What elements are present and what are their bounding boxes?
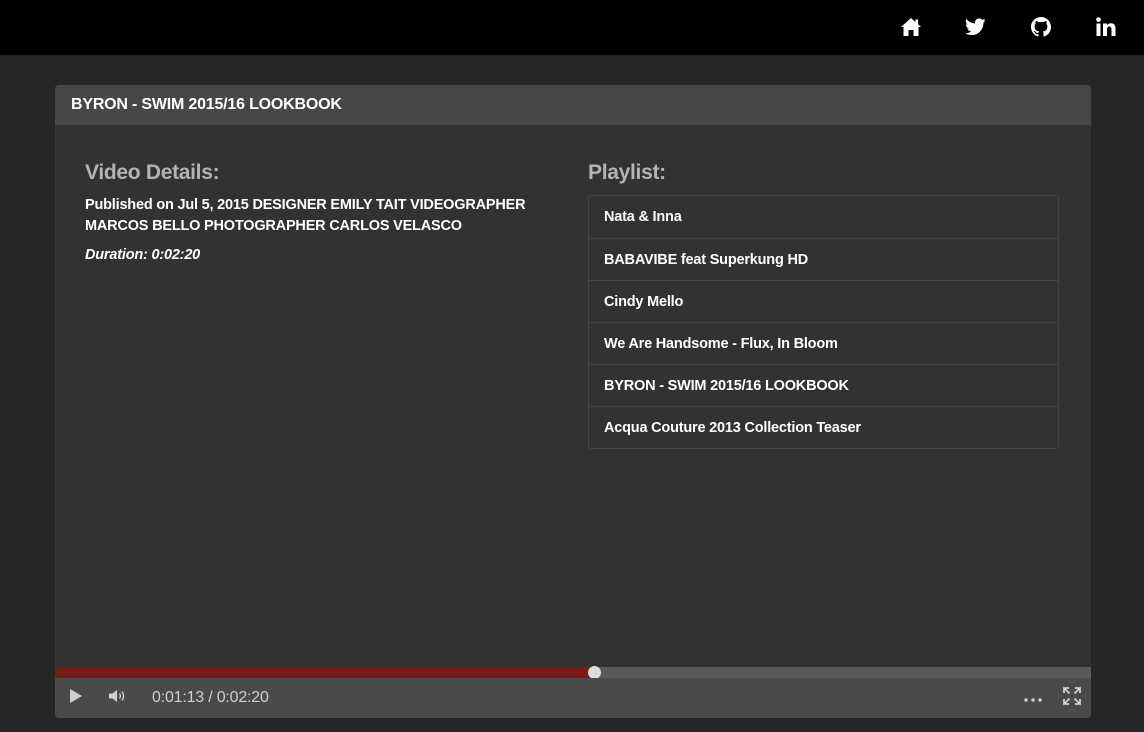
playlist: Nata & Inna BABAVIBE feat Superkung HD C…	[588, 195, 1059, 449]
social-links	[878, 13, 1138, 41]
home-icon	[900, 17, 922, 37]
video-details-section: Video Details: Published on Jul 5, 2015 …	[85, 161, 535, 263]
video-details-heading: Video Details:	[85, 161, 220, 184]
fullscreen-icon	[1063, 686, 1081, 710]
volume-button[interactable]	[105, 678, 131, 718]
video-panel: BYRON - SWIM 2015/16 LOOKBOOK Video Deta…	[55, 85, 1091, 718]
github-link[interactable]	[1008, 13, 1073, 41]
linkedin-link[interactable]	[1073, 13, 1138, 41]
linkedin-icon	[1095, 17, 1116, 37]
panel-title: BYRON - SWIM 2015/16 LOOKBOOK	[55, 85, 1091, 125]
playlist-item[interactable]: We Are Handsome - Flux, In Bloom	[589, 322, 1058, 364]
playlist-item[interactable]: Nata & Inna	[589, 196, 1058, 238]
volume-icon	[108, 689, 128, 708]
playlist-item[interactable]: Acqua Couture 2013 Collection Teaser	[589, 406, 1058, 448]
twitter-icon	[965, 18, 986, 36]
video-duration: Duration: 0:02:20	[85, 247, 201, 263]
playlist-section: Playlist: Nata & Inna BABAVIBE feat Supe…	[588, 161, 1060, 449]
more-options-button[interactable]	[1021, 678, 1045, 718]
play-button[interactable]	[63, 678, 89, 718]
seek-bar[interactable]	[55, 666, 1091, 679]
play-icon	[69, 688, 83, 709]
more-icon	[1024, 689, 1042, 707]
player-controls: 0:01:13 / 0:02:20	[55, 678, 1091, 718]
home-link[interactable]	[878, 13, 943, 41]
playlist-item[interactable]: BYRON - SWIM 2015/16 LOOKBOOK	[589, 364, 1058, 406]
video-description: Published on Jul 5, 2015 DESIGNER EMILY …	[85, 197, 526, 234]
top-navbar	[0, 0, 1144, 55]
fullscreen-button[interactable]	[1060, 678, 1084, 718]
seek-bar-played	[55, 667, 594, 678]
github-icon	[1030, 17, 1051, 37]
twitter-link[interactable]	[943, 13, 1008, 41]
playlist-item[interactable]: Cindy Mello	[589, 280, 1058, 322]
time-display: 0:01:13 / 0:02:20	[152, 689, 269, 706]
playlist-item[interactable]: BABAVIBE feat Superkung HD	[589, 238, 1058, 280]
playlist-heading: Playlist:	[588, 161, 666, 184]
